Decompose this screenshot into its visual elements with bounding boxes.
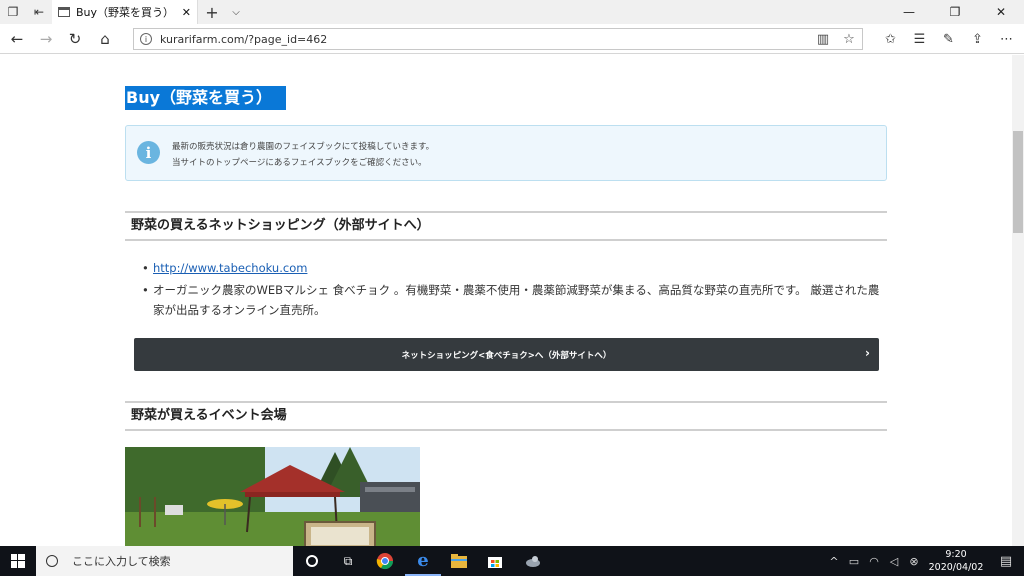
battery-icon[interactable]: ▭ bbox=[844, 555, 864, 568]
chevron-right-icon: › bbox=[865, 346, 870, 360]
section-heading-event-venue: 野菜が買えるイベント会場 bbox=[125, 401, 887, 431]
navigation-bar: ← → ↻ ⌂ i kurarifarm.com/?page_id=462 ▥ … bbox=[0, 24, 1024, 54]
page-favicon-icon bbox=[58, 7, 70, 17]
info-notice: i 最新の販売状況は倉り農園のフェイスブックにて投稿していきます。 当サイトのト… bbox=[125, 125, 887, 181]
description-line-1: オーガニック農家のWEBマルシェ 食べチョク 。有機野菜・農薬不使用・農薬節減野… bbox=[153, 283, 880, 297]
windows-start-icon[interactable] bbox=[0, 546, 36, 576]
page-viewport: Buy（野菜を買う） i 最新の販売状況は倉り農園のフェイスブックにて投稿してい… bbox=[0, 55, 1012, 546]
favorite-star-icon[interactable]: ☆ bbox=[836, 32, 862, 47]
page-title: Buy（野菜を買う） bbox=[125, 86, 287, 110]
tab-close-icon[interactable]: ✕ bbox=[182, 6, 191, 19]
tab-preview-chevron-icon[interactable]: ⌵ bbox=[228, 0, 244, 24]
new-tab-button[interactable]: + bbox=[203, 0, 221, 24]
minimize-button[interactable]: — bbox=[886, 0, 932, 24]
edge-icon[interactable]: e bbox=[405, 546, 441, 576]
favorites-icon[interactable]: ✩ bbox=[876, 24, 905, 54]
language-icon[interactable]: ⊗ bbox=[904, 555, 924, 568]
notification-icon[interactable]: ▤ bbox=[988, 554, 1024, 569]
store-icon[interactable] bbox=[477, 546, 513, 576]
scrollbar-thumb[interactable] bbox=[1013, 131, 1023, 233]
refresh-icon[interactable]: ↻ bbox=[60, 24, 90, 54]
network-icon[interactable]: ◠ bbox=[864, 555, 884, 568]
event-venue-photo bbox=[125, 447, 420, 546]
cortana-icon[interactable] bbox=[294, 546, 330, 576]
online-shop-button-label: ネットショッピング<食べチョク>へ（外部サイトへ） bbox=[401, 350, 612, 361]
clock-date: 2020/04/02 bbox=[928, 562, 984, 573]
restore-button[interactable]: ❐ bbox=[932, 0, 978, 24]
file-explorer-icon[interactable] bbox=[441, 546, 477, 576]
notice-line-2: 当サイトのトップページにあるフェイスブックをご確認ください。 bbox=[172, 158, 427, 168]
search-placeholder: ここに入力して検索 bbox=[72, 555, 171, 568]
windows-taskbar: ここに入力して検索 ⧉ e ^ ▭ ◠ ◁ ⊗ 9:20 2020/04/02 … bbox=[0, 546, 1024, 576]
close-window-button[interactable]: ✕ bbox=[978, 0, 1024, 24]
clock[interactable]: 9:20 2020/04/02 bbox=[924, 548, 988, 574]
address-url[interactable]: kurarifarm.com/?page_id=462 bbox=[160, 33, 810, 46]
browser-tab-active[interactable]: Buy（野菜を買う） | 倉り ✕ bbox=[52, 0, 198, 24]
vertical-scrollbar[interactable] bbox=[1012, 55, 1024, 546]
site-info-icon[interactable]: i bbox=[140, 33, 152, 45]
show-hidden-icons-icon[interactable]: ^ bbox=[824, 555, 844, 568]
app-icon[interactable] bbox=[515, 546, 551, 576]
tab-title: Buy（野菜を買う） | 倉り bbox=[76, 6, 178, 19]
tabechoku-link[interactable]: http://www.tabechoku.com bbox=[153, 261, 307, 275]
list-item-description: オーガニック農家のWEBマルシェ 食べチョク 。有機野菜・農薬不使用・農薬節減野… bbox=[142, 280, 887, 320]
online-shop-button[interactable]: ネットショッピング<食べチョク>へ（外部サイトへ） › bbox=[134, 338, 879, 371]
tab-actions-icon[interactable]: ❐ bbox=[0, 0, 26, 24]
reading-view-icon[interactable]: ▥ bbox=[810, 32, 836, 47]
notice-line-1: 最新の販売状況は倉り農園のフェイスブックにて投稿していきます。 bbox=[172, 142, 435, 152]
clock-time: 9:20 bbox=[945, 549, 967, 560]
info-icon: i bbox=[137, 141, 160, 164]
set-aside-tabs-icon[interactable]: ⇤ bbox=[26, 0, 52, 24]
section-heading-online-shopping: 野菜の買えるネットショッピング（外部サイトへ） bbox=[125, 211, 887, 241]
share-icon[interactable]: ⇪ bbox=[963, 24, 992, 54]
home-icon[interactable]: ⌂ bbox=[90, 24, 120, 54]
back-icon[interactable]: ← bbox=[2, 24, 32, 54]
taskbar-search-box[interactable]: ここに入力して検索 bbox=[36, 546, 293, 576]
notes-icon[interactable]: ✎ bbox=[934, 24, 963, 54]
chrome-icon[interactable] bbox=[367, 546, 403, 576]
description-line-2: 家が出品するオンライン直売所。 bbox=[153, 303, 326, 317]
window-controls: — ❐ ✕ bbox=[886, 0, 1024, 24]
list-item-link: http://www.tabechoku.com bbox=[142, 258, 307, 278]
browser-toolbar: ✩ ☰ ✎ ⇪ ⋯ bbox=[876, 24, 1021, 54]
more-icon[interactable]: ⋯ bbox=[992, 24, 1021, 54]
search-icon bbox=[46, 555, 58, 567]
hub-icon[interactable]: ☰ bbox=[905, 24, 934, 54]
address-bar[interactable]: i kurarifarm.com/?page_id=462 ▥ ☆ bbox=[133, 28, 863, 50]
task-view-icon[interactable]: ⧉ bbox=[330, 546, 366, 576]
volume-icon[interactable]: ◁ bbox=[884, 555, 904, 568]
forward-icon[interactable]: → bbox=[31, 24, 61, 54]
system-tray: ^ ▭ ◠ ◁ ⊗ 9:20 2020/04/02 ▤ bbox=[824, 546, 1024, 576]
